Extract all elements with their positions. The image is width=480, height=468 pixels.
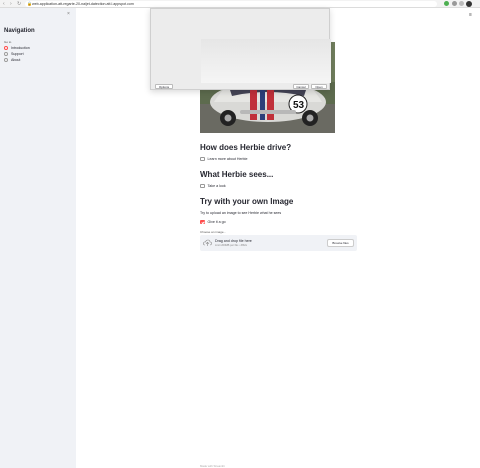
browse-files-button[interactable]: Browse files — [327, 239, 354, 247]
checkbox-label: Take a look — [207, 184, 226, 188]
radio-button[interactable] — [4, 52, 8, 56]
checkbox-learn-more[interactable]: Learn more about Herbie — [200, 156, 247, 162]
extension-icon[interactable] — [444, 1, 449, 6]
sidebar: × Navigation Go to Introduction Support … — [0, 8, 76, 468]
file-open-dialog: Options Cancel Open — [150, 8, 331, 90]
url-text: web-application-att-regarte-20-naijet-da… — [32, 2, 134, 6]
section-heading-drive: How does Herbie drive? — [200, 143, 292, 152]
radio-label: About — [11, 58, 21, 62]
browser-toolbar: ‹ › ↻ 🔒 web-application-att-regarte-20-n… — [0, 0, 480, 8]
close-icon[interactable]: × — [67, 11, 70, 17]
radio-label: Introduction — [11, 46, 30, 50]
options-button[interactable]: Options — [155, 84, 173, 89]
checkbox[interactable] — [200, 183, 205, 189]
reload-icon[interactable]: ↻ — [17, 1, 21, 7]
profile-avatar[interactable] — [466, 1, 472, 7]
radio-button[interactable] — [4, 58, 8, 62]
file-dropzone[interactable]: Drag and drop file here Limit 200MB per … — [200, 235, 357, 251]
radio-label: Support — [11, 52, 24, 56]
file-uploader-label: Choose an image... — [200, 230, 227, 234]
forward-icon[interactable]: › — [10, 1, 12, 7]
radio-group-label: Go to — [4, 40, 12, 44]
svg-text:53: 53 — [293, 100, 305, 111]
back-icon[interactable]: ‹ — [3, 1, 5, 7]
checkbox-take-a-look[interactable]: Take a look — [200, 183, 226, 189]
upload-description: Try to upload an image to see Herbie wha… — [200, 211, 282, 215]
checkbox-label: Learn more about Herbie — [207, 157, 248, 161]
radio-button[interactable] — [4, 46, 8, 50]
dialog-preview — [201, 39, 331, 83]
address-bar[interactable]: 🔒 web-application-att-regarte-20-naijet-… — [25, 1, 437, 7]
checkbox[interactable] — [200, 219, 205, 225]
cloud-upload-icon — [203, 239, 212, 246]
sidebar-title: Navigation — [4, 28, 35, 34]
radio-about[interactable]: About — [4, 57, 20, 63]
checkbox-give-it-a-go[interactable]: Give it a go — [200, 219, 226, 225]
open-button[interactable]: Open — [311, 84, 327, 89]
menu-icon[interactable]: ≡ — [469, 12, 472, 18]
dropzone-title: Drag and drop file here — [215, 239, 252, 243]
footer-text[interactable]: Made with Streamlit — [200, 464, 225, 468]
extension-icon[interactable] — [452, 1, 457, 6]
cancel-button[interactable]: Cancel — [293, 84, 309, 89]
checkbox[interactable] — [200, 156, 205, 162]
checkbox-label: Give it a go — [207, 220, 226, 224]
extension-icon[interactable] — [459, 1, 464, 6]
section-heading-sees: What Herbie sees... — [200, 170, 274, 179]
section-heading-upload: Try with your own Image — [200, 197, 294, 206]
dropzone-limit: Limit 200MB per file • JPEG — [215, 244, 248, 247]
